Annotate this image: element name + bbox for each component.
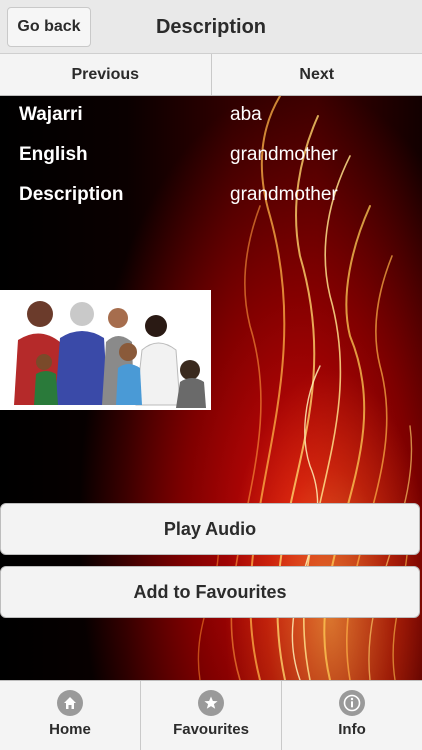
prev-next-bar: Previous Next bbox=[0, 54, 422, 96]
previous-button[interactable]: Previous bbox=[0, 54, 211, 95]
tab-info[interactable]: Info bbox=[281, 681, 422, 750]
add-to-favourites-button[interactable]: Add to Favourites bbox=[0, 566, 420, 618]
tab-bar: Home Favourites Info bbox=[0, 680, 422, 750]
entry-row-description: Description grandmother bbox=[0, 184, 422, 224]
info-icon bbox=[339, 690, 365, 716]
family-photo bbox=[0, 290, 211, 410]
entry-row-wajarri: Wajarri aba bbox=[0, 104, 422, 144]
tab-label: Favourites bbox=[173, 721, 249, 738]
play-audio-button[interactable]: Play Audio bbox=[0, 503, 420, 555]
tab-favourites[interactable]: Favourites bbox=[140, 681, 281, 750]
entry-key: Wajarri bbox=[19, 104, 83, 125]
tab-label: Info bbox=[338, 721, 366, 738]
tab-home[interactable]: Home bbox=[0, 681, 140, 750]
entry-key: Description bbox=[19, 184, 124, 205]
entry-row-english: English grandmother bbox=[0, 144, 422, 184]
entry-value: grandmother bbox=[230, 184, 338, 205]
entry-key: English bbox=[19, 144, 88, 165]
next-button[interactable]: Next bbox=[210, 54, 422, 95]
tab-label: Home bbox=[49, 721, 91, 738]
entry-value: aba bbox=[230, 104, 262, 125]
entry-value: grandmother bbox=[230, 144, 338, 165]
content-area: Wajarri aba English grandmother Descript… bbox=[0, 96, 422, 680]
header: Go back Description bbox=[0, 0, 422, 54]
star-icon bbox=[198, 690, 224, 716]
home-icon bbox=[57, 690, 83, 716]
go-back-button[interactable]: Go back bbox=[7, 7, 91, 47]
